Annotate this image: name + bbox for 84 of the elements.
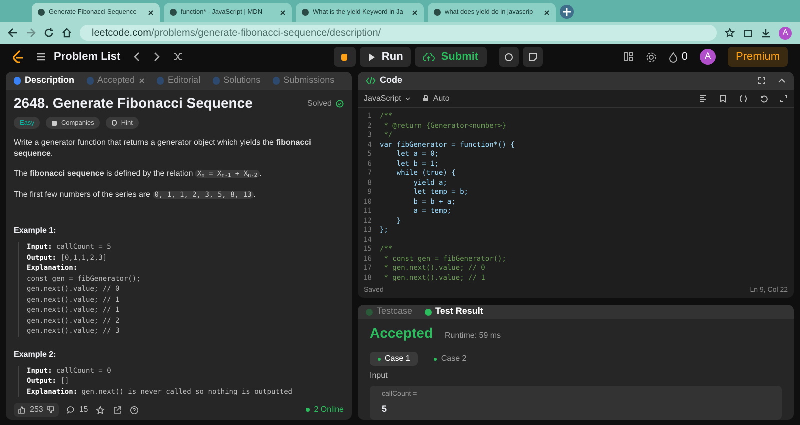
- streak-count: 0: [682, 50, 688, 65]
- code-icon: [366, 77, 376, 85]
- collapse-icon[interactable]: [778, 77, 786, 85]
- expand-icon[interactable]: [780, 94, 788, 102]
- check-circle-icon: [336, 100, 344, 108]
- example-heading: Example 2:: [14, 348, 58, 360]
- layout-icon[interactable]: [624, 52, 634, 62]
- submit-button[interactable]: Submit: [415, 47, 487, 67]
- notes-button[interactable]: [522, 47, 543, 67]
- shuffle-icon[interactable]: [172, 52, 183, 62]
- verdict: Accepted: [370, 324, 434, 343]
- panel-tab[interactable]: Test Result: [424, 305, 484, 319]
- tab-icon: [86, 77, 94, 85]
- description-text: Write a generator function that returns a generator object which yields the fibonacci sequence.: [14, 137, 312, 159]
- user-avatar[interactable]: A: [700, 49, 716, 65]
- tab-icon: [272, 77, 280, 85]
- example-heading: Example 1:: [14, 225, 58, 236]
- close-icon[interactable]: [412, 10, 418, 16]
- case-tab[interactable]: Case 2: [426, 352, 475, 366]
- runtime: Runtime: 59 ms: [445, 330, 502, 342]
- close-icon[interactable]: [544, 10, 550, 16]
- back-icon[interactable]: [8, 28, 18, 38]
- star-icon[interactable]: [96, 406, 106, 414]
- new-tab-icon[interactable]: [560, 5, 574, 19]
- thumbs-down-icon: [47, 406, 56, 414]
- close-icon[interactable]: [280, 10, 286, 16]
- settings-icon[interactable]: [646, 52, 657, 62]
- tab-icon: [14, 77, 21, 85]
- bookmark-icon[interactable]: [719, 94, 727, 102]
- problem-list-link[interactable]: Problem List: [54, 48, 121, 66]
- close-icon[interactable]: [139, 78, 146, 84]
- reload-icon[interactable]: [44, 28, 54, 38]
- panel-title: Code: [380, 74, 402, 88]
- panel-tab[interactable]: Editorial: [157, 74, 201, 88]
- tab-icon: [157, 77, 164, 85]
- alarm-button[interactable]: [498, 47, 519, 67]
- note-icon: [528, 52, 538, 62]
- help-icon[interactable]: [130, 406, 140, 414]
- address-bar[interactable]: leetcode.com/problems/generate-fibonacci-sequence/description/: [80, 25, 717, 41]
- solved-status: Solved: [308, 98, 332, 109]
- language-dropdown[interactable]: JavaScript: [364, 92, 402, 104]
- profile-avatar[interactable]: A: [779, 26, 792, 40]
- run-button[interactable]: Run: [360, 47, 412, 67]
- play-icon: [368, 52, 376, 62]
- case-tab[interactable]: Case 1: [370, 352, 418, 366]
- chevron-right-icon[interactable]: [152, 52, 161, 62]
- panel-tab[interactable]: Description: [14, 74, 75, 88]
- logo-icon[interactable]: [12, 50, 24, 64]
- parameter-value: 5: [382, 402, 388, 416]
- tab-icon: [366, 308, 373, 316]
- mode-label: Auto: [433, 92, 450, 104]
- problem-title: 2648. Generate Fibonacci Sequence: [14, 98, 253, 109]
- star-icon[interactable]: [725, 28, 735, 38]
- comments-button[interactable]: 15: [67, 404, 88, 416]
- fullscreen-icon[interactable]: [758, 77, 766, 85]
- comment-icon: [67, 406, 76, 414]
- home-icon[interactable]: [62, 28, 72, 38]
- input-label: Input: [370, 370, 389, 382]
- tab-icon: [424, 308, 432, 316]
- braces-icon[interactable]: [739, 94, 748, 102]
- favicon-icon: [434, 9, 441, 16]
- share-icon[interactable]: [113, 406, 122, 414]
- premium-button[interactable]: Premium: [728, 47, 788, 67]
- url-text: leetcode.com/problems/generate-fibonacci-sequence/description/: [92, 26, 382, 40]
- panel-tab[interactable]: Testcase: [366, 305, 413, 319]
- online-count: 2 Online: [314, 404, 344, 416]
- panel-tab[interactable]: Submissions: [272, 74, 335, 88]
- favicon-icon: [38, 9, 45, 16]
- like-button[interactable]: 253: [14, 403, 60, 417]
- favicon-icon: [302, 9, 309, 16]
- chevron-left-icon[interactable]: [132, 52, 141, 62]
- download-icon[interactable]: [761, 28, 771, 38]
- panel-tab[interactable]: Solutions: [212, 74, 261, 88]
- close-icon[interactable]: [148, 10, 154, 16]
- thumbs-up-icon: [18, 406, 26, 414]
- format-icon[interactable]: [699, 94, 707, 102]
- cloud-upload-icon: [423, 52, 436, 62]
- panel-tab[interactable]: Accepted: [86, 74, 146, 88]
- tab-icon: [212, 77, 220, 85]
- reset-icon[interactable]: [760, 94, 768, 102]
- chevron-down-icon[interactable]: [405, 96, 412, 102]
- favicon-icon: [170, 9, 177, 16]
- list-icon[interactable]: [36, 52, 46, 62]
- debug-button[interactable]: [334, 47, 356, 67]
